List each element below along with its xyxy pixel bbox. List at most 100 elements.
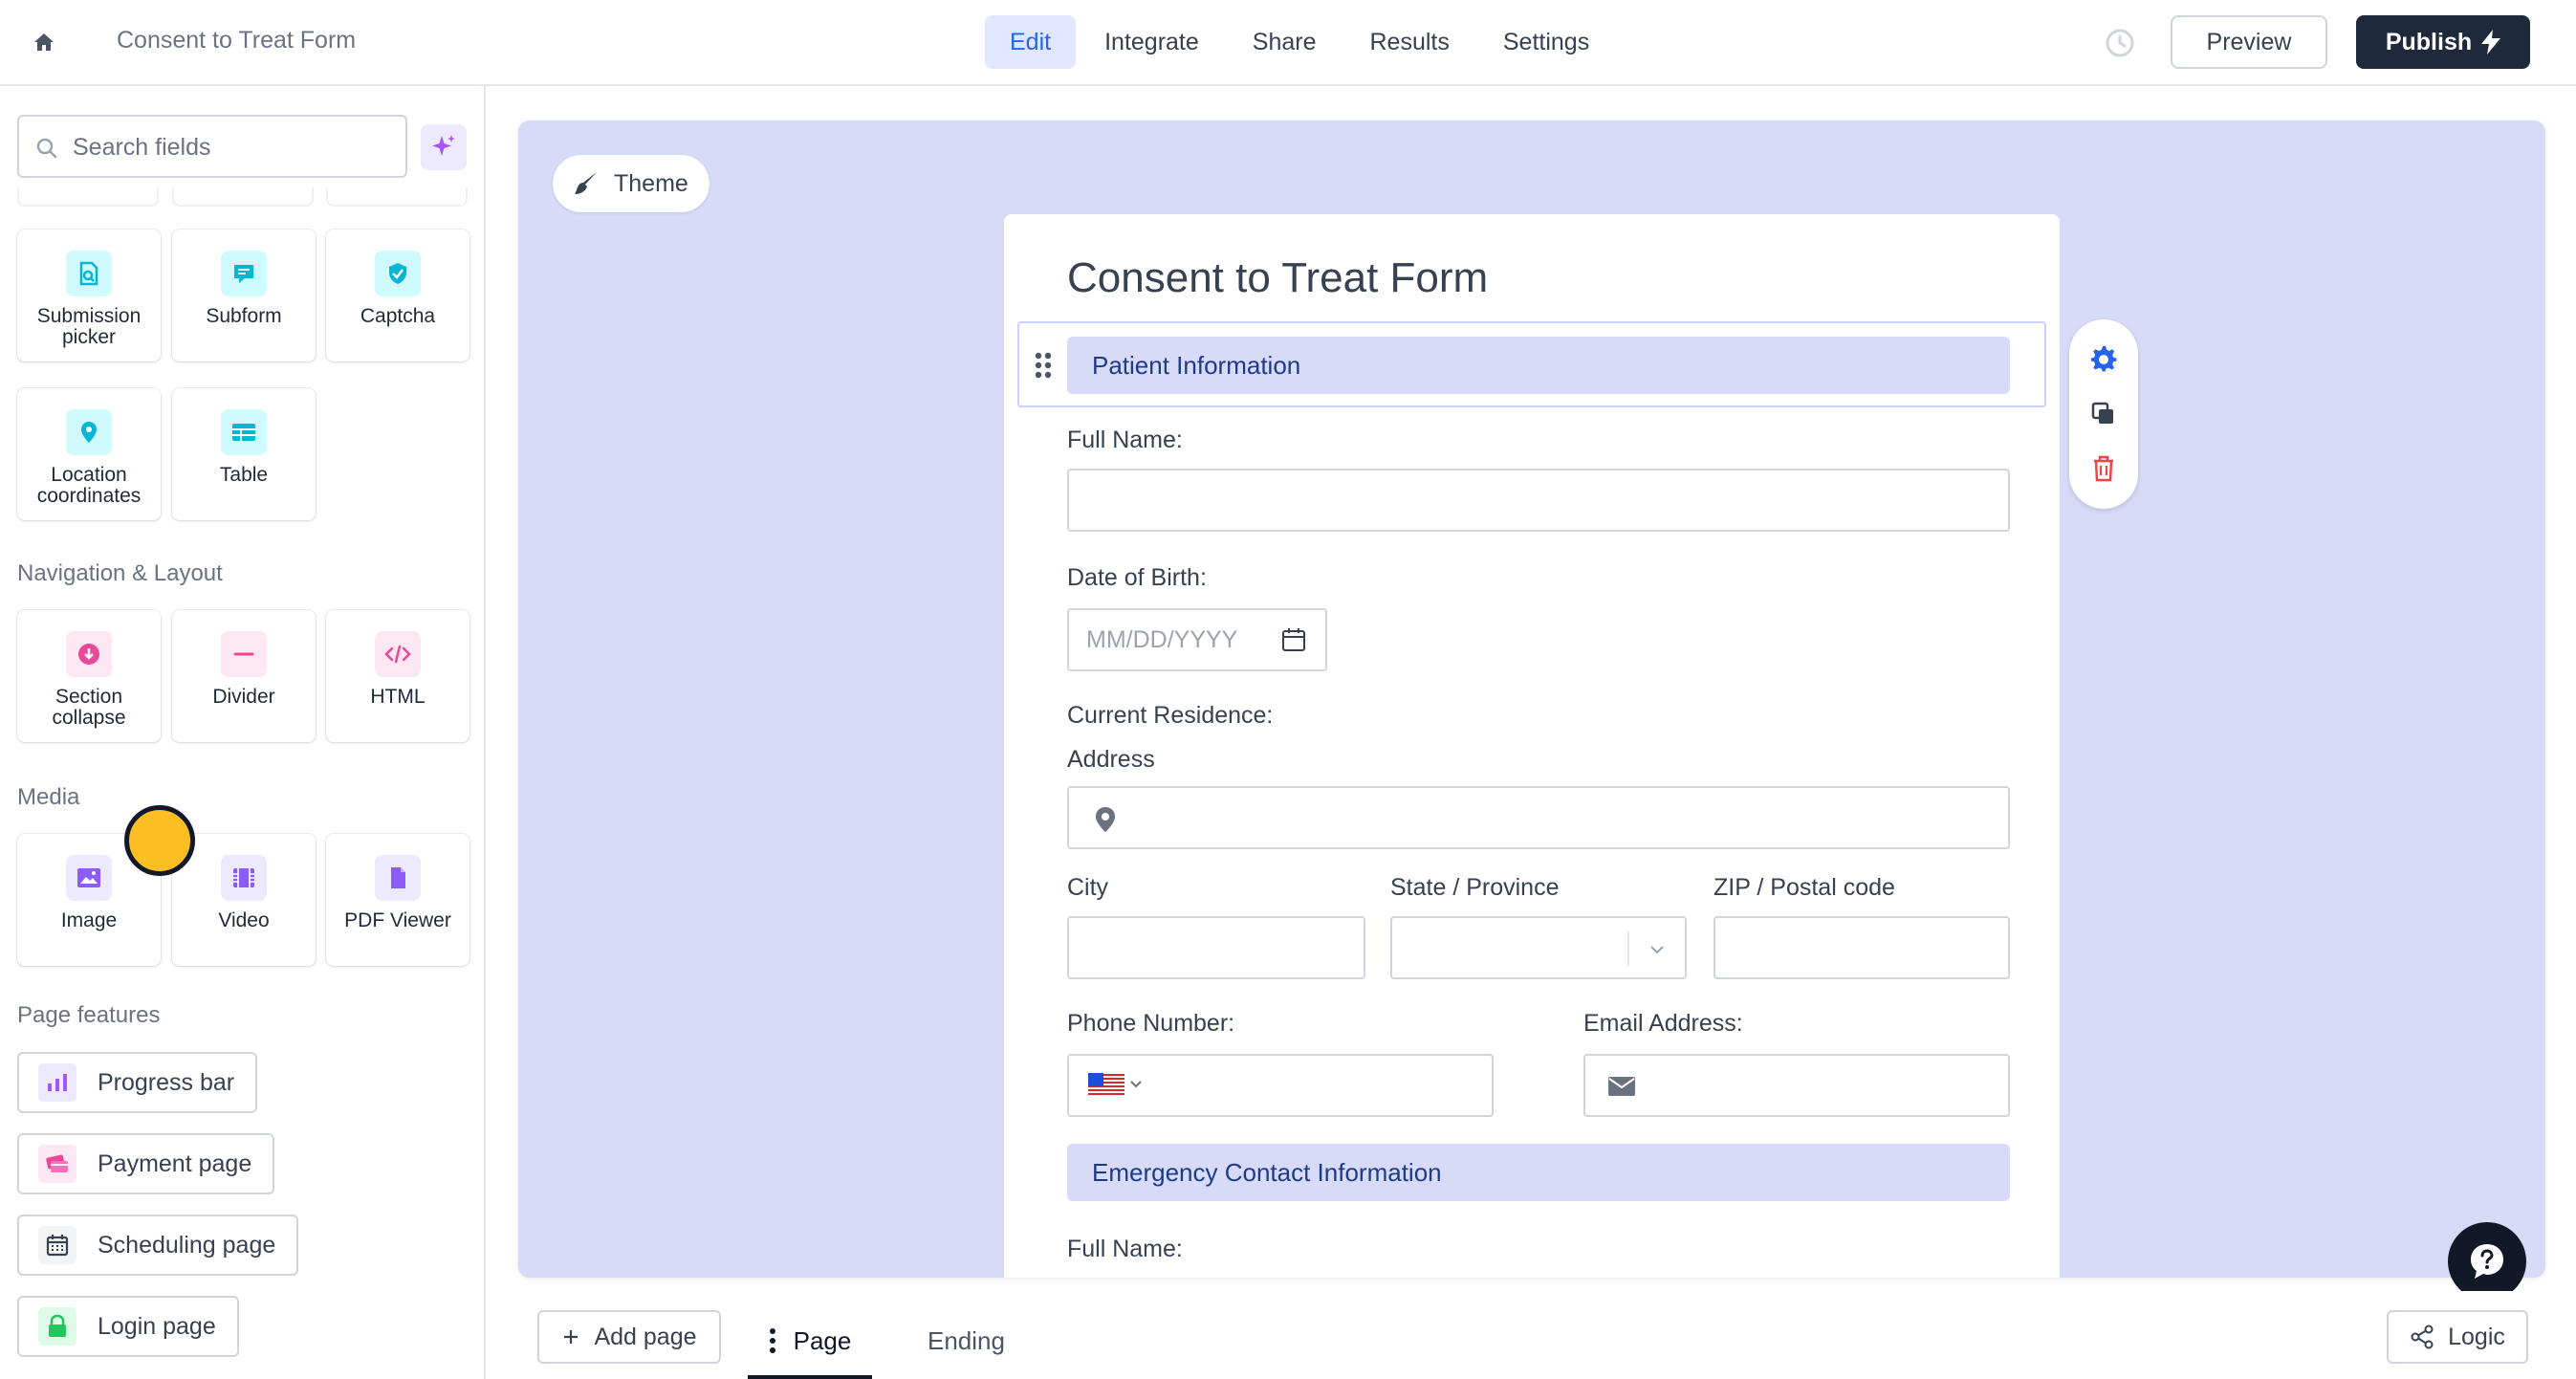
tile-label: Table — [219, 464, 269, 486]
feature-label: Scheduling page — [98, 1231, 276, 1259]
theme-label: Theme — [614, 169, 688, 197]
publish-button[interactable]: Publish — [2356, 15, 2530, 69]
theme-button[interactable]: Theme — [553, 155, 709, 212]
logic-label: Logic — [2448, 1323, 2505, 1350]
section-heading-page-features: Page features — [17, 1002, 161, 1028]
form-card: Consent to Treat Form Patient Informatio… — [1004, 214, 2060, 1278]
section-heading-navigation-layout: Navigation & Layout — [17, 560, 223, 586]
paintbrush-icon — [575, 172, 597, 194]
tile-label: Subform — [206, 305, 282, 327]
tile-label: Section collapse — [52, 686, 126, 729]
add-page-button[interactable]: Add page — [537, 1310, 721, 1364]
tile-pdf-viewer[interactable]: PDF Viewer — [326, 834, 469, 966]
main-nav: Edit Integrate Share Results Settings — [985, 15, 1618, 69]
full-name-input[interactable] — [1067, 469, 2010, 532]
tab-edit[interactable]: Edit — [985, 15, 1077, 69]
location-pin-icon — [1096, 807, 1115, 832]
city-input[interactable] — [1067, 916, 1365, 979]
tile-label: Submission picker — [36, 305, 142, 348]
tab-page[interactable]: Page — [748, 1306, 872, 1379]
duplicate-icon[interactable] — [2086, 397, 2121, 431]
kebab-menu-icon[interactable] — [769, 1327, 776, 1354]
history-icon[interactable] — [2104, 27, 2136, 59]
full-name-label: Full Name: — [1067, 427, 1183, 453]
tab-share[interactable]: Share — [1228, 15, 1342, 69]
section-header-patient-info[interactable]: Patient Information — [1067, 337, 2010, 394]
help-chat-button[interactable] — [2448, 1222, 2526, 1301]
feature-scheduling-page[interactable]: Scheduling page — [17, 1215, 299, 1276]
share-nodes-icon — [2411, 1324, 2434, 1349]
preview-button[interactable]: Preview — [2171, 15, 2327, 69]
table-icon — [221, 409, 267, 455]
gear-icon[interactable] — [2086, 342, 2121, 377]
email-input[interactable] — [1583, 1054, 2010, 1117]
tile-label: Image — [60, 909, 118, 931]
payment-icon — [38, 1145, 76, 1183]
question-chat-icon — [2471, 1244, 2503, 1279]
logic-button[interactable]: Logic — [2387, 1310, 2528, 1364]
video-icon — [221, 855, 267, 901]
page-bar: Add page Page Ending Logic — [486, 1291, 2576, 1379]
tab-ending[interactable]: Ending — [928, 1306, 1005, 1375]
tile-stub — [17, 187, 159, 207]
zip-input[interactable] — [1714, 916, 2010, 979]
emergency-full-name-label: Full Name: — [1067, 1236, 1183, 1262]
form-name[interactable]: Consent to Treat Form — [117, 27, 356, 55]
dob-placeholder: MM/DD/YYYY — [1086, 625, 1238, 653]
search-input[interactable] — [73, 126, 398, 168]
ai-sparkle-button[interactable] — [421, 124, 467, 170]
search-icon — [36, 138, 57, 159]
section-collapse-icon — [66, 631, 112, 677]
tile-subform[interactable]: Subform — [172, 230, 316, 361]
tile-captcha[interactable]: Captcha — [326, 230, 469, 361]
tile-submission-picker[interactable]: Submission picker — [17, 230, 161, 361]
phone-input[interactable] — [1067, 1054, 1494, 1117]
section-header-emergency-contact[interactable]: Emergency Contact Information — [1067, 1144, 2010, 1201]
select-separator — [1627, 931, 1629, 966]
tile-section-collapse[interactable]: Section collapse — [17, 610, 161, 742]
phone-label: Phone Number: — [1067, 1010, 1235, 1037]
feature-login-page[interactable]: Login page — [17, 1296, 239, 1357]
search-field-box[interactable] — [17, 115, 407, 178]
tile-html[interactable]: HTML — [326, 610, 469, 742]
drag-handle-icon[interactable] — [1033, 348, 1056, 383]
home-icon[interactable] — [27, 25, 61, 59]
tile-divider[interactable]: Divider — [172, 610, 316, 742]
state-select[interactable] — [1390, 916, 1687, 979]
tile-location-coordinates[interactable]: Location coordinates — [17, 388, 161, 520]
divider-icon — [221, 631, 267, 677]
email-label: Email Address: — [1583, 1010, 1743, 1037]
lightning-icon — [2481, 30, 2501, 55]
add-page-label: Add page — [594, 1323, 697, 1350]
tab-settings[interactable]: Settings — [1478, 15, 1614, 69]
progress-bar-icon — [38, 1063, 76, 1102]
top-bar: Consent to Treat Form Edit Integrate Sha… — [0, 0, 2576, 86]
dob-input[interactable]: MM/DD/YYYY — [1067, 608, 1327, 671]
tab-integrate[interactable]: Integrate — [1080, 15, 1224, 69]
form-title[interactable]: Consent to Treat Form — [1067, 254, 1488, 302]
address-input[interactable] — [1067, 786, 2010, 849]
page-tab-label: Page — [793, 1325, 852, 1355]
dob-label: Date of Birth: — [1067, 564, 1207, 591]
feature-label: Login page — [98, 1312, 216, 1340]
tile-table[interactable]: Table — [172, 388, 316, 520]
us-flag-icon[interactable] — [1088, 1073, 1124, 1098]
chevron-down-icon — [1650, 946, 1664, 954]
feature-progress-bar[interactable]: Progress bar — [17, 1052, 258, 1113]
feature-payment-page[interactable]: Payment page — [17, 1133, 275, 1194]
location-pin-icon — [66, 409, 112, 455]
chevron-down-icon[interactable] — [1128, 1077, 1144, 1092]
calendar-icon — [38, 1226, 76, 1264]
trash-icon[interactable] — [2086, 451, 2121, 486]
tab-results[interactable]: Results — [1345, 15, 1474, 69]
tile-video[interactable]: Video — [172, 834, 316, 966]
html-code-icon — [375, 631, 421, 677]
image-icon — [66, 855, 112, 901]
city-label: City — [1067, 874, 1109, 901]
lock-icon — [38, 1307, 76, 1346]
feature-label: Progress bar — [98, 1068, 235, 1096]
tile-label: HTML — [370, 686, 426, 708]
calendar-icon[interactable] — [1279, 625, 1308, 654]
tile-stub — [326, 187, 468, 207]
tile-stub — [172, 187, 314, 207]
